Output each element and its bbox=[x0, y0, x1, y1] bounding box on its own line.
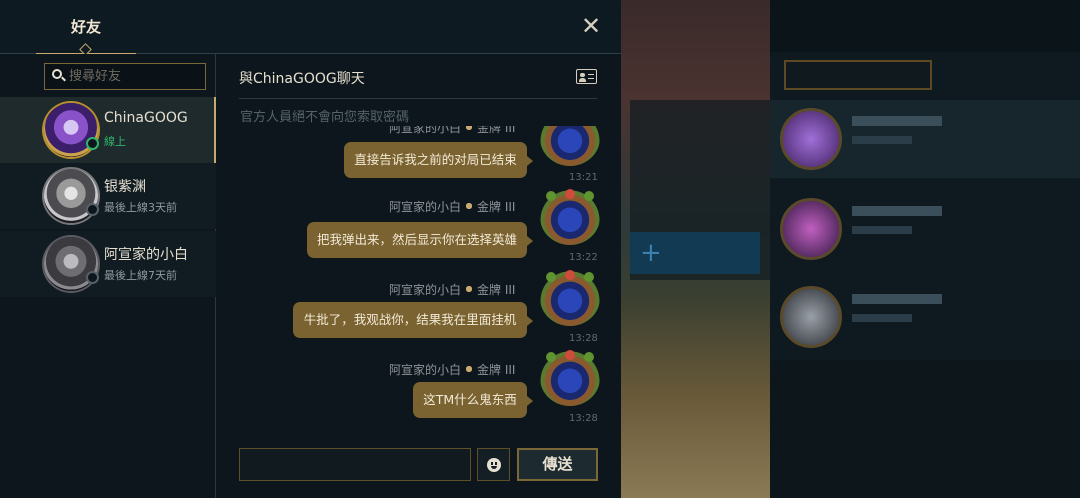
background-avatar bbox=[780, 108, 842, 170]
profile-card-icon[interactable] bbox=[576, 69, 597, 84]
message-sender: 阿宣家的小白 金牌 III bbox=[389, 281, 515, 298]
friend-status: 最後上線7天前 bbox=[104, 269, 177, 282]
message-time: 13:28 bbox=[569, 413, 598, 424]
friend-status: 最後上線3天前 bbox=[104, 201, 177, 214]
friend-item-iron[interactable]: 阿宣家的小白 最後上線7天前 bbox=[0, 231, 216, 297]
background-line bbox=[852, 136, 912, 144]
rank-icon bbox=[463, 364, 476, 374]
background-line bbox=[852, 206, 942, 216]
close-button[interactable]: ✕ bbox=[579, 14, 603, 38]
sender-name: 阿宣家的小白 bbox=[389, 126, 462, 135]
chat-divider bbox=[239, 98, 597, 99]
background-friends-sidebar bbox=[770, 0, 1080, 498]
message-time: 13:22 bbox=[569, 252, 598, 263]
bag-avatar-icon bbox=[540, 350, 600, 406]
panel-header: 好友 ✕ bbox=[0, 0, 621, 56]
search-input[interactable] bbox=[69, 66, 201, 87]
message-time: 13:28 bbox=[569, 333, 598, 344]
sender-name: 阿宣家的小白 bbox=[389, 200, 462, 214]
message-bubble: 这TM什么鬼东西 bbox=[413, 382, 533, 418]
friend-item-chinagoog[interactable]: ChinaGOOG 線上 bbox=[0, 97, 216, 163]
friend-name: ChinaGOOG bbox=[104, 110, 188, 126]
message-time: 13:21 bbox=[569, 172, 598, 183]
bag-avatar-icon bbox=[540, 270, 600, 326]
search-icon bbox=[52, 69, 66, 83]
background-topbar bbox=[770, 0, 1080, 52]
background-friend-row bbox=[770, 100, 1080, 178]
security-notice: 官方人員絕不會向您索取密碼 bbox=[240, 110, 410, 125]
message-bubble: 牛批了，我观战你，结果我在里面挂机 bbox=[293, 302, 533, 338]
sender-rank: 金牌 III bbox=[477, 283, 516, 297]
friends-panel: 好友 ✕ ChinaGOOG 線上 银紫渊 最後上線3天前 bbox=[0, 0, 621, 498]
sender-name: 阿宣家的小白 bbox=[389, 283, 462, 297]
rank-icon bbox=[463, 126, 476, 132]
message-text: 把我弹出来，然后显示你在选择英雄 bbox=[316, 232, 517, 247]
background-avatar bbox=[780, 198, 842, 260]
message-list[interactable]: 阿宣家的小白 金牌 III 直接告诉我之前的对局已结束 13:21 阿宣家的小白金… bbox=[217, 126, 621, 436]
app-root: + 好友 ✕ ChinaGOOG bbox=[0, 0, 1080, 498]
background-line bbox=[852, 116, 942, 126]
bag-avatar-icon bbox=[540, 126, 600, 166]
message-sender: 阿宣家的小白 金牌 III bbox=[389, 126, 515, 136]
online-status-dot bbox=[86, 137, 99, 150]
sender-rank: 金牌 III bbox=[477, 126, 516, 135]
friend-name: 银紫渊 bbox=[104, 179, 146, 195]
tab-friends[interactable]: 好友 bbox=[36, 0, 136, 56]
message-sender: 阿宣家的小白 金牌 III bbox=[389, 361, 515, 378]
bag-avatar-icon bbox=[540, 189, 600, 245]
background-filter bbox=[784, 60, 932, 90]
background-friend-row bbox=[770, 278, 1080, 356]
friend-item-silver[interactable]: 银紫渊 最後上線3天前 bbox=[0, 163, 216, 229]
message-bubble: 直接告诉我之前的对局已结束 bbox=[344, 142, 533, 178]
chat-title: 與ChinaGOOG聊天 bbox=[239, 71, 365, 87]
background-client-center: + bbox=[620, 0, 770, 498]
rank-icon bbox=[463, 201, 476, 211]
sender-rank: 金牌 III bbox=[477, 363, 516, 377]
offline-status-dot bbox=[86, 271, 99, 284]
background-friend-row bbox=[770, 190, 1080, 268]
background-footer bbox=[770, 360, 1080, 498]
chat-pane: 與ChinaGOOG聊天 官方人員絕不會向您索取密碼 阿宣家的小白 金牌 III … bbox=[217, 54, 621, 498]
message-text: 这TM什么鬼东西 bbox=[423, 392, 517, 407]
friend-status: 線上 bbox=[104, 135, 126, 148]
message-sender: 阿宣家的小白 金牌 III bbox=[389, 198, 515, 215]
friend-name: 阿宣家的小白 bbox=[104, 247, 188, 263]
background-line bbox=[852, 294, 942, 304]
rank-icon bbox=[463, 284, 476, 294]
message-input-box[interactable] bbox=[239, 448, 471, 481]
sender-rank: 金牌 III bbox=[477, 200, 516, 214]
message-input[interactable] bbox=[240, 449, 470, 480]
message-bubble: 把我弹出来，然后显示你在选择英雄 bbox=[307, 222, 533, 258]
smiley-icon bbox=[487, 458, 501, 472]
sender-name: 阿宣家的小白 bbox=[389, 363, 462, 377]
emoji-button[interactable] bbox=[477, 448, 510, 481]
message-text: 牛批了，我观战你，结果我在里面挂机 bbox=[303, 312, 517, 327]
send-button[interactable]: 傳送 bbox=[517, 448, 598, 481]
message-text: 直接告诉我之前的对局已结束 bbox=[354, 152, 517, 167]
background-plus-icon: + bbox=[640, 238, 662, 268]
tab-friends-label: 好友 bbox=[70, 18, 101, 36]
offline-status-dot bbox=[86, 203, 99, 216]
background-line bbox=[852, 314, 912, 322]
friend-list: ChinaGOOG 線上 银紫渊 最後上線3天前 阿宣家的小白 最後上線7天前 bbox=[0, 54, 216, 498]
background-line bbox=[852, 226, 912, 234]
search-box[interactable] bbox=[44, 63, 206, 90]
background-avatar bbox=[780, 286, 842, 348]
